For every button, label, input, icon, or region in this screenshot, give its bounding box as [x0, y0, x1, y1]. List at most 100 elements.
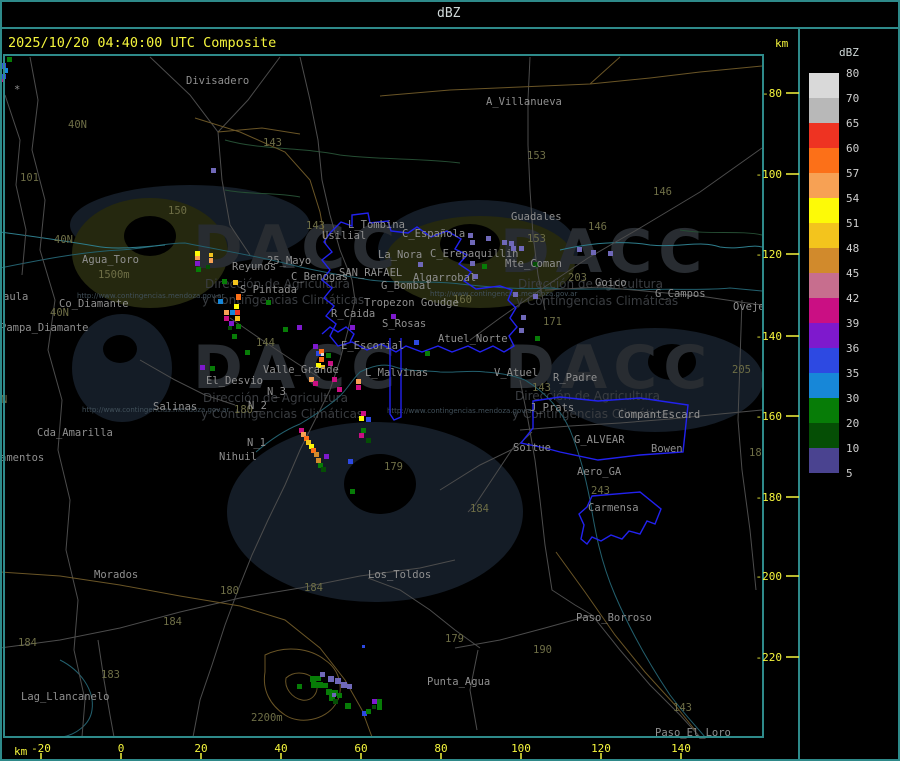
road-borroso-se — [591, 614, 701, 738]
place-label: Usilial — [322, 230, 366, 242]
route-label: 101 — [20, 172, 39, 184]
echo-pixel — [218, 299, 223, 304]
echo-pixel — [486, 236, 491, 241]
colorbar-level-label: 42 — [846, 292, 859, 305]
route-label: 243 — [591, 485, 610, 497]
echo-pixel — [324, 454, 329, 459]
echo-pixel — [297, 684, 302, 689]
place-label: Nihuil — [219, 451, 257, 463]
route-label: 144 — [256, 337, 275, 349]
place-label: Tropezon Goudge — [364, 297, 459, 309]
route-label: 40N — [68, 119, 87, 131]
route-label: 184 — [470, 503, 489, 515]
colorbar-scale: 80 70 65 60 57 54 51 48 45 42 39 36 35 30 20 10 5 — [809, 67, 860, 480]
echo-pixel — [224, 310, 229, 315]
colorbar-block — [809, 223, 839, 248]
place-label: R_Caida — [331, 308, 375, 320]
stream-1 — [224, 139, 461, 164]
colorbar-block — [809, 423, 839, 448]
route-label: 183 — [101, 669, 120, 681]
echo-pixel — [323, 683, 328, 688]
colorbar-block — [809, 198, 839, 223]
route-label: 18 — [749, 447, 762, 459]
echo-pixel — [513, 292, 518, 297]
place-label: Algarrobal — [413, 272, 476, 284]
echo-pixel — [195, 256, 200, 260]
colorbar-level-label: 57 — [846, 167, 859, 180]
place-label: Bowen — [651, 443, 683, 455]
echo-pixel — [310, 676, 316, 682]
echo-pixel — [233, 280, 238, 285]
colorbar-level-label: 54 — [846, 192, 860, 205]
echo-pixel — [232, 334, 237, 339]
echo-pixel — [230, 310, 235, 315]
echo-pixel — [418, 262, 423, 267]
colorbar-level-label: 10 — [846, 442, 859, 455]
echo-pixel — [235, 316, 240, 321]
echo-pixel — [228, 326, 232, 330]
route-label: 153 — [527, 233, 546, 245]
route-label: 190 — [533, 644, 552, 656]
echo-pixel — [345, 703, 351, 709]
right-axis-label: -160 — [756, 410, 783, 423]
echo-pixel — [366, 438, 371, 443]
echo-pixel — [350, 325, 355, 330]
echo-pixel — [332, 377, 337, 382]
echo-pixel — [321, 467, 326, 472]
echo-pixel — [356, 385, 361, 390]
colorbar-level-label: 35 — [846, 367, 859, 380]
route-label: 203 — [568, 272, 587, 284]
echo-pixel — [7, 57, 12, 62]
place-label: R_Padre — [553, 372, 597, 384]
place-label: amentos — [0, 452, 44, 464]
right-axis-unit: km — [775, 37, 789, 50]
colorbar-block — [809, 123, 839, 148]
route-label: 171 — [543, 316, 562, 328]
route-label: 184 — [18, 637, 37, 649]
road-183 — [97, 639, 115, 738]
road-puntaagua-s — [469, 649, 479, 731]
place-label: Lag_Llancanelo — [21, 691, 110, 703]
echo-pixel — [209, 253, 213, 257]
place-label: G_Campos — [655, 288, 706, 300]
echo-pixel — [468, 233, 473, 238]
place-label: V_Atuel — [494, 367, 538, 379]
right-axis-label: -140 — [756, 330, 783, 343]
echo-pixel — [366, 709, 371, 714]
road-205 — [737, 299, 757, 591]
echo-pixel — [320, 672, 325, 677]
route-label: 184 — [304, 582, 323, 594]
place-label: J_Prats — [530, 402, 574, 414]
echo-pixel — [234, 304, 239, 309]
radar-screenshot: DACC DACC DACC DACC Dirección de Agricultura… — [0, 0, 900, 761]
colorbar-block — [809, 273, 839, 298]
echo-pixel — [366, 417, 371, 422]
place-label: Punta_Agua — [427, 676, 490, 688]
place-label: L_Tombina — [348, 219, 405, 231]
road-divis-2 — [217, 56, 281, 133]
echo-pixel — [229, 321, 234, 326]
route-label: 150 — [168, 205, 187, 217]
place-label: Los_Toldos — [368, 569, 431, 581]
route-villanueva-b — [589, 56, 621, 85]
right-axis-label: -120 — [756, 248, 783, 261]
route-label: 143 — [673, 702, 692, 714]
route-villanueva — [379, 65, 763, 97]
place-label: El_Desvio — [206, 375, 263, 387]
watermark-url: http://www.contingencias.mendoza.gov.ar — [387, 407, 534, 415]
place-label: 25_Mayo — [267, 255, 311, 267]
echo-pixel — [211, 168, 216, 173]
colorbar-level-label: 5 — [846, 467, 853, 480]
echo-pixel — [313, 381, 318, 386]
echo-pixel — [341, 682, 347, 688]
place-label: CompantEscard — [618, 409, 700, 421]
place-label: Co_Diamante — [59, 298, 129, 310]
place-label: aula — [3, 291, 28, 303]
echo-pixel — [608, 251, 613, 256]
route-label: 1500m — [98, 269, 130, 281]
echo-pixel — [200, 365, 205, 370]
echo-pixel — [316, 458, 321, 463]
route-label: 2200m — [251, 712, 283, 724]
echo-pixel — [210, 366, 215, 371]
colorbar: dBZ 80 70 65 60 57 54 51 48 45 42 39 36 35 30 20 10 5 — [809, 46, 860, 480]
